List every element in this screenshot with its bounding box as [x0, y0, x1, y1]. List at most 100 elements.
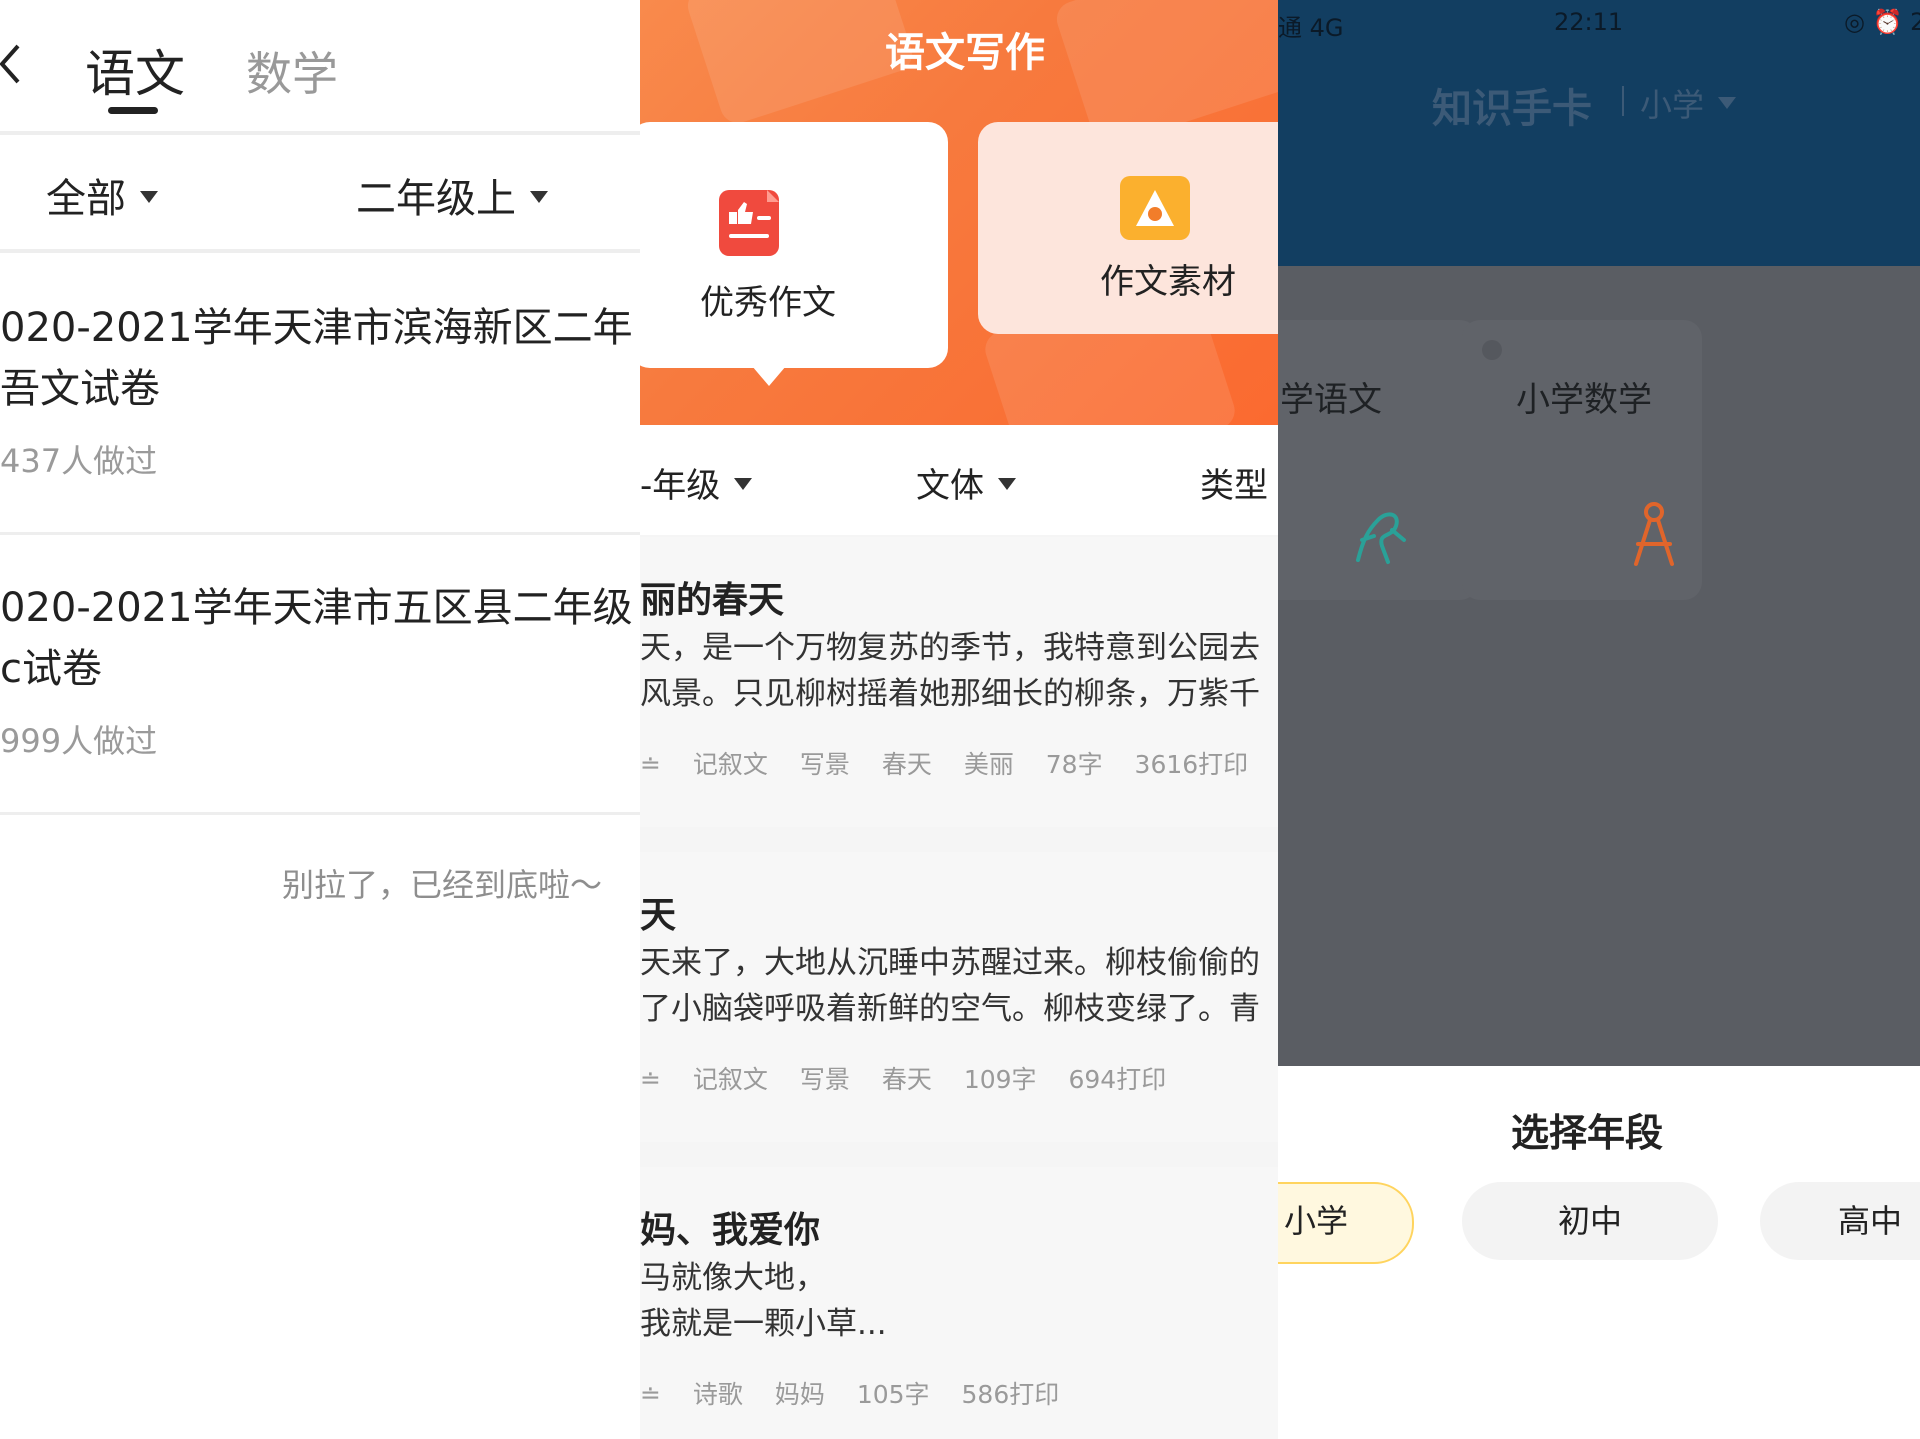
- essay-title: 天: [640, 895, 677, 936]
- filter-type-label: 类型: [1200, 466, 1268, 506]
- essay-materials-label: 作文素材: [1100, 262, 1236, 302]
- level-selector[interactable]: 小学: [1640, 80, 1737, 126]
- header-background: [1278, 0, 1920, 266]
- dropdown-caret-icon: [530, 191, 548, 203]
- word-count: 109字: [963, 1065, 1037, 1094]
- option-label: 小学: [1283, 1202, 1348, 1240]
- dropdown-caret-icon: [998, 477, 1016, 490]
- active-tab-indicator: [108, 107, 158, 114]
- dropdown-caret-icon: [1718, 97, 1737, 109]
- tag: 写景: [799, 1065, 850, 1094]
- triangle-material-icon: [1120, 176, 1190, 240]
- tag: 记叙文: [692, 1065, 768, 1094]
- essay-excerpt-line: 马就像大地，: [640, 1260, 826, 1296]
- essay-excerpt-line: 天来了，大地从沉睡中苏醒过来。柳枝偷偷的: [640, 945, 1260, 981]
- tag: ≐: [640, 1380, 661, 1409]
- tag: ≐: [640, 750, 661, 779]
- filter-grade-label: 二年级上: [356, 176, 516, 222]
- tag: 春天: [881, 1065, 932, 1094]
- exam-title-line: 吾文试卷: [0, 366, 160, 412]
- essay-title: 妈、我爱你: [640, 1210, 821, 1251]
- tag: 记叙文: [692, 750, 768, 779]
- divider: [0, 131, 640, 135]
- chinese-figure-icon: [1356, 512, 1406, 564]
- option-label: 高中: [1837, 1202, 1902, 1240]
- tab-chinese[interactable]: 语文: [85, 34, 185, 106]
- option-junior-high[interactable]: 初中: [1462, 1182, 1718, 1260]
- filter-grade[interactable]: 二年级上: [356, 166, 548, 224]
- badge-dot: [1482, 340, 1502, 360]
- dropdown-caret-icon: [734, 477, 753, 490]
- divider: [0, 812, 640, 815]
- essay-excerpt-line: 我就是一颗小草...: [640, 1306, 887, 1342]
- option-primary-school[interactable]: 小学: [1278, 1182, 1414, 1264]
- subject-label: 小学数学: [1516, 380, 1652, 420]
- filter-grade-label: -年级: [640, 466, 721, 506]
- filter-type[interactable]: 类型: [1200, 458, 1278, 507]
- bottom-sheet: 选择年段 小学 初中 高中: [1278, 1066, 1920, 1439]
- print-count: 694打印: [1068, 1065, 1167, 1094]
- tag: 妈妈: [774, 1380, 825, 1409]
- status-icons: ◎ ⏰ 2: [1844, 8, 1920, 36]
- essay-excerpt-line: 了小脑袋呼吸着新鲜的空气。柳枝变绿了。青: [640, 991, 1260, 1027]
- exam-item[interactable]: 020-2021学年天津市滨海新区二年 吾文试卷 437人做过: [0, 298, 640, 482]
- tag: 春天: [881, 750, 932, 779]
- word-count: 105字: [856, 1380, 930, 1409]
- sheet-title: 选择年段: [1511, 1111, 1664, 1155]
- exam-title-line: 020-2021学年天津市滨海新区二年: [0, 305, 633, 351]
- filter-all-label: 全部: [46, 176, 126, 222]
- exam-item[interactable]: 020-2021学年天津市五区县二年级 c试卷 999人做过: [0, 578, 640, 762]
- essay-item[interactable]: 妈、我爱你 马就像大地， 我就是一颗小草... ≐ 诗歌 妈妈 105字 586…: [640, 1167, 1278, 1439]
- thumbs-up-doc-icon: [719, 190, 779, 256]
- status-carrier: 通 4G: [1278, 14, 1344, 42]
- subject-card-math[interactable]: 小学数学: [1462, 320, 1702, 600]
- tag: 写景: [799, 750, 850, 779]
- word-count: 78字: [1045, 750, 1103, 779]
- option-label: 初中: [1557, 1202, 1622, 1240]
- excellent-essays-card[interactable]: 优秀作文: [640, 122, 948, 368]
- decoration: [683, 0, 917, 128]
- essay-excerpt-line: 风景。只见柳树摇着她那细长的柳条，万紫千: [640, 676, 1260, 712]
- tag: 诗歌: [692, 1380, 743, 1409]
- exam-attempts: 999人做过: [0, 722, 158, 760]
- essay-tags: ≐ 记叙文 写景 春天 109字 694打印: [640, 1060, 1190, 1096]
- title-separator: [1622, 86, 1624, 116]
- divider: [0, 249, 640, 253]
- subject-label: 学语文: [1280, 380, 1382, 420]
- dropdown-caret-icon: [140, 191, 158, 203]
- essay-materials-card[interactable]: 作文素材: [978, 122, 1278, 334]
- compass-icon: [1634, 502, 1674, 566]
- print-count: 586打印: [961, 1380, 1060, 1409]
- essay-title: 丽的春天: [640, 580, 785, 621]
- exam-title-line: c试卷: [0, 646, 102, 692]
- essay-tags: ≐ 记叙文 写景 春天 美丽 78字 3616打印: [640, 745, 1272, 781]
- divider: [0, 532, 640, 535]
- subject-card-chinese[interactable]: 学语文: [1278, 320, 1478, 600]
- exam-attempts: 437人做过: [0, 442, 158, 480]
- writing-panel: 语文写作 优秀作文 作文素材 -年级 文体 类型 丽的春天 天，是一个万物复苏的…: [640, 0, 1278, 1439]
- status-time: 22:11: [1554, 8, 1624, 36]
- essay-tags: ≐ 诗歌 妈妈 105字 586打印: [640, 1375, 1083, 1411]
- exam-title-line: 020-2021学年天津市五区县二年级: [0, 585, 633, 631]
- filter-all[interactable]: 全部: [46, 166, 158, 224]
- filter-genre[interactable]: 文体: [916, 458, 1016, 507]
- exam-list-panel: 语文 数学 全部 二年级上 020-2021学年天津市滨海新区二年 吾文试卷 4…: [0, 0, 640, 1439]
- essay-item[interactable]: 天 天来了，大地从沉睡中苏醒过来。柳枝偷偷的 了小脑袋呼吸着新鲜的空气。柳枝变绿…: [640, 852, 1278, 1142]
- option-senior-high[interactable]: 高中: [1760, 1182, 1920, 1260]
- excellent-essays-label: 优秀作文: [700, 283, 836, 323]
- knowledge-cards-panel: 通 4G 22:11 ◎ ⏰ 2 知识手卡 小学 学语文 小学数学 选择年段 小…: [1278, 0, 1920, 1439]
- filter-grade[interactable]: -年级: [640, 458, 753, 507]
- filter-genre-label: 文体: [916, 466, 984, 506]
- page-title: 知识手卡: [1432, 86, 1592, 132]
- card-pointer: [752, 366, 786, 386]
- page-title: 语文写作: [885, 30, 1045, 76]
- print-count: 3616打印: [1134, 750, 1249, 779]
- essay-item[interactable]: 丽的春天 天，是一个万物复苏的季节，我特意到公园去 风景。只见柳树摇着她那细长的…: [640, 537, 1278, 827]
- tag: ≐: [640, 1065, 661, 1094]
- essay-excerpt-line: 天，是一个万物复苏的季节，我特意到公园去: [640, 630, 1260, 666]
- end-of-list-text: 别拉了，已经到底啦～: [282, 866, 603, 904]
- back-icon[interactable]: [0, 42, 22, 86]
- tag: 美丽: [963, 750, 1014, 779]
- tab-math[interactable]: 数学: [246, 38, 338, 104]
- level-label: 小学: [1640, 86, 1705, 124]
